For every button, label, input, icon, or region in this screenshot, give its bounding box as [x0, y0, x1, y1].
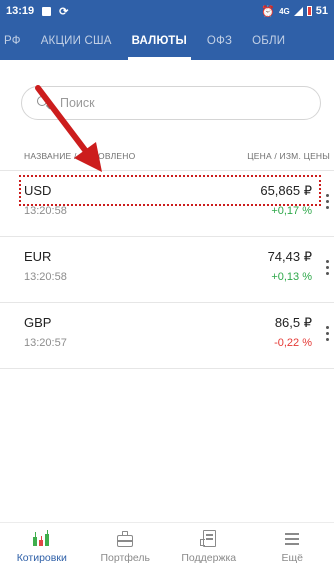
- ticker: GBP: [24, 315, 52, 330]
- tab-bonds[interactable]: ОБЛИ: [242, 22, 295, 60]
- status-indicators: ⏰ 4G 51: [261, 5, 328, 18]
- quote-row-eur[interactable]: EUR 13:20:58 74,43 ₽ +0,13 %: [0, 238, 334, 302]
- tab-label: ВАЛЮТЫ: [131, 35, 187, 47]
- signal-icon: [293, 6, 303, 16]
- tab-ofz[interactable]: ОФЗ: [197, 22, 242, 60]
- price: 65,865 ₽: [260, 183, 312, 198]
- tab-label: ОФЗ: [206, 35, 233, 47]
- more-options-icon[interactable]: [324, 260, 330, 280]
- more-options-icon[interactable]: [324, 326, 330, 346]
- ticker: EUR: [24, 249, 52, 264]
- status-time: 13:19: [6, 5, 35, 17]
- price-change: +0,17 %: [271, 205, 312, 217]
- column-name-updated: НАЗВАНИЕ / ОБНОВЛЕНО: [24, 151, 136, 161]
- updated-time: 13:20:57: [24, 337, 67, 349]
- battery-level: 51: [315, 5, 328, 17]
- price-change: -0,22 %: [274, 337, 312, 349]
- category-tabs: РФ АКЦИИ США ВАЛЮТЫ ОФЗ ОБЛИ: [0, 22, 334, 60]
- app-screen: 13:19 ⟳ ⏰ 4G 51 РФ АКЦИИ США ВАЛЮТЫ ОФЗ …: [0, 0, 334, 577]
- bottom-navigation: Котировки Портфель Поддержка Ещё: [0, 522, 334, 577]
- nav-more[interactable]: Ещё: [251, 523, 334, 577]
- support-icon: [198, 530, 220, 548]
- search-box[interactable]: [21, 86, 321, 120]
- search-input[interactable]: [60, 96, 280, 110]
- column-headers: НАЗВАНИЕ / ОБНОВЛЕНО ЦЕНА / ИЗМ. ЦЕНЫ: [0, 147, 334, 167]
- nav-label: Поддержка: [181, 552, 237, 564]
- tab-us-stocks[interactable]: АКЦИИ США: [31, 22, 122, 60]
- price-change: +0,13 %: [271, 271, 312, 283]
- quote-row-gbp[interactable]: GBP 13:20:57 86,5 ₽ -0,22 %: [0, 304, 334, 368]
- tab-rf[interactable]: РФ: [0, 22, 31, 60]
- divider: [0, 170, 334, 171]
- nav-label: Портфель: [100, 552, 151, 564]
- candlestick-icon: [31, 530, 53, 548]
- column-price-change: ЦЕНА / ИЗМ. ЦЕНЫ: [247, 151, 330, 161]
- alarm-icon: ⏰: [261, 5, 276, 18]
- tab-label: ОБЛИ: [252, 35, 286, 47]
- nav-portfolio[interactable]: Портфель: [84, 523, 168, 577]
- nav-label: Котировки: [16, 552, 67, 564]
- divider: [0, 368, 334, 369]
- tab-label: АКЦИИ США: [40, 35, 112, 47]
- nav-quotes[interactable]: Котировки: [0, 523, 84, 577]
- tab-label: РФ: [4, 35, 21, 47]
- tab-currencies[interactable]: ВАЛЮТЫ: [122, 22, 197, 60]
- briefcase-icon: [114, 530, 136, 548]
- status-bar: 13:19 ⟳ ⏰ 4G 51: [0, 0, 334, 22]
- nav-label: Ещё: [281, 552, 303, 564]
- nav-support[interactable]: Поддержка: [167, 523, 251, 577]
- battery-icon: [306, 6, 312, 16]
- notification-icon: [42, 6, 52, 16]
- price: 74,43 ₽: [267, 249, 312, 264]
- search-icon: [36, 95, 52, 111]
- divider: [0, 302, 334, 303]
- quote-row-usd[interactable]: USD 13:20:58 65,865 ₽ +0,17 %: [0, 172, 334, 236]
- price: 86,5 ₽: [274, 315, 312, 330]
- updated-time: 13:20:58: [24, 271, 67, 283]
- more-options-icon[interactable]: [324, 194, 330, 214]
- menu-icon: [281, 530, 303, 548]
- network-type: 4G: [279, 6, 290, 16]
- ticker: USD: [24, 183, 52, 198]
- updated-time: 13:20:58: [24, 205, 67, 217]
- divider: [0, 236, 334, 237]
- sync-icon: ⟳: [59, 5, 69, 18]
